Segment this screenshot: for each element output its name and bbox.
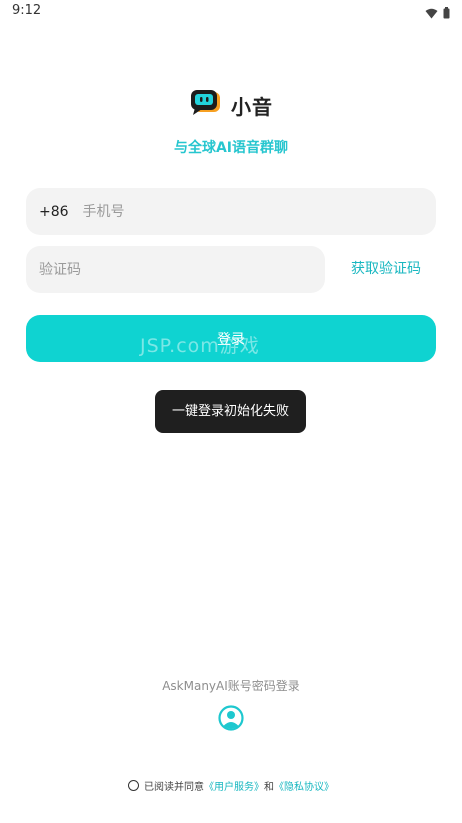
phone-input[interactable] (82, 188, 436, 235)
app-name: 小音 (231, 94, 273, 119)
status-bar: 9:12 (0, 0, 462, 22)
chat-bubble-logo-icon (189, 88, 221, 122)
code-field[interactable] (26, 246, 325, 293)
agreement-conjunction: 和 (264, 782, 274, 793)
agreement-row: 已阅读并同意 《用户服务》 和 《隐私协议》 (0, 778, 462, 793)
alt-login-label[interactable]: AskManyAI账号密码登录 (0, 677, 462, 694)
login-button[interactable]: 登录 (26, 315, 436, 362)
wifi-icon (425, 4, 438, 23)
toast-message: 一键登录初始化失败 (155, 390, 306, 433)
brand-header: 小音 (0, 88, 462, 122)
status-icons (425, 4, 450, 23)
privacy-link[interactable]: 《隐私协议》 (274, 778, 334, 793)
slogan: 与全球AI语音群聊 (173, 140, 289, 156)
battery-icon (443, 4, 450, 23)
agree-checkbox[interactable] (128, 780, 139, 791)
status-time: 9:12 (12, 3, 42, 18)
code-input[interactable] (39, 246, 325, 293)
user-service-link[interactable]: 《用户服务》 (204, 778, 264, 793)
get-code-button[interactable]: 获取验证码 (336, 246, 436, 293)
user-avatar-icon[interactable] (218, 705, 244, 731)
country-code[interactable]: +86 (39, 204, 69, 220)
phone-field[interactable]: +86 (26, 188, 436, 235)
agreement-prefix: 已阅读并同意 (144, 782, 204, 793)
